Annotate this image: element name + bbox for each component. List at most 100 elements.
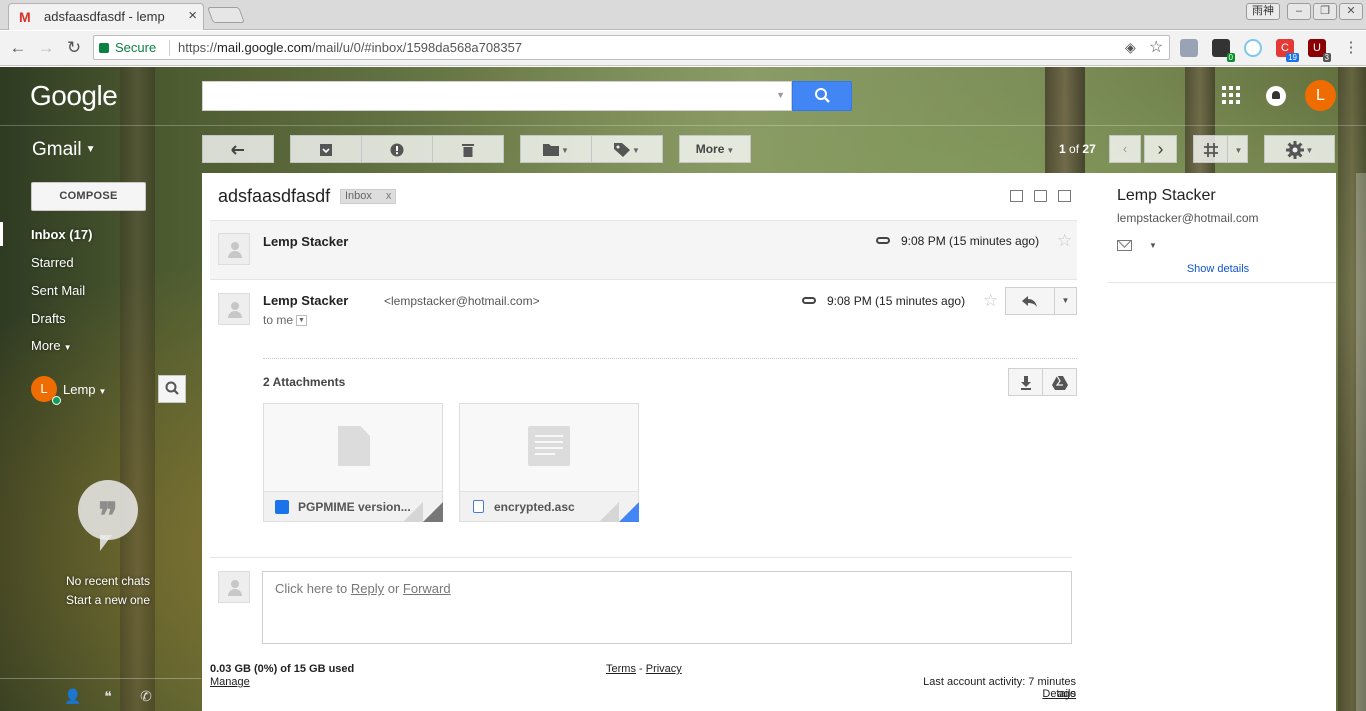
contact-email: lempstacker@hotmail.com	[1117, 211, 1259, 225]
sender-avatar	[218, 293, 250, 325]
nav-item-sent-mail[interactable]: Sent Mail	[31, 283, 85, 298]
footer-links: Terms - Privacy	[606, 663, 682, 675]
hangouts-icon[interactable]: ❝	[100, 688, 116, 704]
maximize-button[interactable]: ❐	[1313, 3, 1337, 20]
tab-close-icon[interactable]: ×	[188, 7, 197, 24]
extension-bird-icon[interactable]: 0	[1212, 39, 1235, 62]
back-to-inbox-button[interactable]	[202, 135, 274, 163]
privacy-link[interactable]: Privacy	[646, 663, 682, 675]
star-icon[interactable]: ☆	[1057, 231, 1072, 251]
quick-reply-box[interactable]: Click here to Reply or Forward	[262, 571, 1072, 644]
recipients-summary[interactable]: to me ▼	[263, 313, 308, 327]
extension-clipper-icon[interactable]: C 19	[1276, 39, 1299, 62]
show-details-link[interactable]: Show details	[1108, 263, 1328, 275]
search-icon	[815, 88, 830, 103]
minimize-button[interactable]: –	[1287, 3, 1311, 20]
attachment-card[interactable]: encrypted.asc	[459, 403, 639, 522]
tab-title: adsfaasdfasdf - lemp	[44, 9, 165, 24]
back-icon[interactable]: ←	[7, 37, 29, 59]
close-window-button[interactable]: ✕	[1339, 3, 1363, 20]
chevron-down-icon[interactable]: ▼	[1149, 241, 1157, 250]
new-window-icon[interactable]	[1058, 190, 1071, 202]
new-tab-button[interactable]	[207, 7, 245, 23]
forward-link[interactable]: Forward	[403, 581, 451, 596]
input-tools-button[interactable]	[1193, 135, 1228, 163]
extension-ublock-icon[interactable]: U3	[1308, 39, 1331, 62]
nav-item-more[interactable]: More ▼	[31, 338, 72, 353]
chevron-down-icon[interactable]: ▼	[296, 315, 308, 327]
settings-button[interactable]: ▼	[1264, 135, 1335, 163]
hangouts-user-name[interactable]: Lemp ▼	[63, 382, 106, 397]
reply-button[interactable]	[1005, 287, 1055, 315]
gmail-switcher[interactable]: Gmail ▼	[32, 139, 96, 161]
omnibox-divider	[169, 40, 170, 56]
collapsed-message[interactable]: Lemp Stacker 9:08 PM (15 minutes ago) ☆	[210, 220, 1077, 280]
page-scrollbar[interactable]	[1356, 173, 1366, 711]
nav-item-starred[interactable]: Starred	[31, 255, 74, 270]
older-button[interactable]: ›	[1144, 135, 1177, 163]
hangouts-search-button[interactable]	[158, 375, 186, 403]
extension-search-icon[interactable]	[1180, 39, 1198, 57]
page-action-icon[interactable]: ◈	[1125, 39, 1136, 56]
attachment-card[interactable]: PGPMIME version...	[263, 403, 443, 522]
gmail-favicon-icon: M	[19, 9, 31, 25]
forward-icon[interactable]: →	[35, 37, 57, 59]
inbox-label-chip[interactable]: Inbox x	[340, 189, 397, 204]
address-bar[interactable]: Secure https://mail.google.com/mail/u/0/…	[93, 35, 1170, 60]
back-arrow-icon	[231, 144, 244, 155]
manage-storage-link[interactable]: Manage	[210, 676, 250, 688]
account-avatar[interactable]: L	[1305, 80, 1336, 111]
reply-link[interactable]: Reply	[351, 581, 384, 596]
input-tools-caret[interactable]: ▼	[1227, 135, 1248, 163]
activity-details-link[interactable]: Details	[902, 688, 1076, 700]
start-new-chat-link[interactable]: Start a new one	[30, 593, 186, 607]
profile-chip[interactable]: 雨神	[1246, 3, 1280, 20]
browser-tab[interactable]: M adsfaasdfasdf - lemp ×	[8, 3, 204, 30]
label-tag-icon	[614, 142, 631, 157]
apps-grid-icon[interactable]	[1222, 86, 1240, 104]
archive-button[interactable]	[290, 135, 362, 163]
download-icon	[1020, 375, 1031, 390]
newer-button[interactable]: ‹	[1109, 135, 1141, 163]
quote-bubble-tail	[100, 535, 112, 551]
generic-file-icon	[338, 426, 370, 466]
remove-label-icon[interactable]: x	[386, 190, 392, 202]
more-reply-options-button[interactable]: ▼	[1054, 287, 1077, 315]
save-to-drive-button[interactable]	[1042, 368, 1077, 396]
page-fold	[599, 502, 619, 522]
my-avatar	[218, 571, 250, 603]
expand-all-icon[interactable]	[1010, 190, 1023, 202]
print-icon[interactable]	[1034, 190, 1047, 202]
reload-icon[interactable]: ↻	[63, 37, 85, 59]
delete-button[interactable]	[432, 135, 504, 163]
hangouts-quote-icon: ❞	[78, 480, 138, 540]
gear-icon	[1285, 140, 1304, 159]
browser-menu-icon[interactable]: ⋮	[1340, 37, 1362, 59]
search-options-caret-icon[interactable]: ▼	[776, 90, 785, 100]
search-input[interactable]: ▼	[202, 81, 792, 111]
nav-item-inbox[interactable]: Inbox (17)	[31, 227, 92, 242]
terms-link[interactable]: Terms	[606, 663, 636, 675]
bookmark-star-icon[interactable]: ☆	[1149, 37, 1163, 57]
secure-indicator[interactable]: Secure	[99, 40, 156, 55]
notifications-bell-icon[interactable]	[1266, 86, 1286, 106]
google-logo[interactable]: Google	[30, 80, 118, 112]
search-button[interactable]	[792, 81, 852, 111]
labels-button[interactable]: ▼	[591, 135, 663, 163]
email-envelope-icon[interactable]	[1117, 240, 1132, 251]
drive-icon	[1051, 375, 1068, 390]
nav-item-drafts[interactable]: Drafts	[31, 311, 66, 326]
reply-icon	[1022, 295, 1037, 307]
url-text[interactable]: https://mail.google.com/mail/u/0/#inbox/…	[178, 40, 522, 55]
contacts-person-icon[interactable]: 👤	[64, 688, 81, 704]
extension-circle-icon[interactable]	[1244, 39, 1262, 57]
download-all-button[interactable]	[1008, 368, 1043, 396]
phone-icon[interactable]: ✆	[138, 688, 154, 704]
folder-icon	[543, 144, 560, 157]
move-to-button[interactable]: ▼	[520, 135, 592, 163]
report-spam-button[interactable]	[361, 135, 433, 163]
more-actions-button[interactable]: More ▼	[679, 135, 751, 163]
star-icon[interactable]: ☆	[983, 291, 998, 311]
message-view: adsfaasdfasdf Inbox x Lemp Stacker 9:08 P…	[202, 173, 1336, 711]
compose-button[interactable]: COMPOSE	[31, 182, 146, 211]
